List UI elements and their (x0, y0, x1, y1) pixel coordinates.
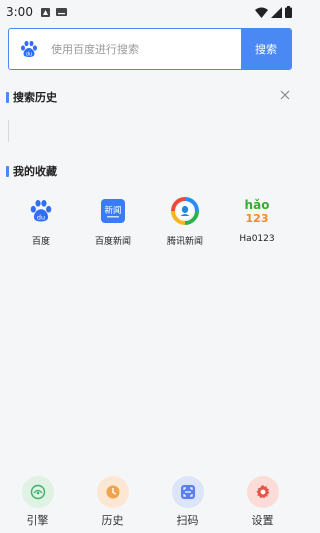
hao123-icon-text-top: hǎo (245, 198, 270, 212)
tencent-news-icon (170, 196, 200, 226)
history-empty-divider (8, 120, 9, 142)
favorites-title: 我的收藏 (13, 165, 57, 178)
clock-icon (96, 476, 129, 508)
scan-icon (171, 476, 204, 508)
favorite-label: 百度 (31, 237, 50, 247)
section-accent-bar (6, 91, 9, 103)
search-bar: du 搜索 (8, 28, 292, 70)
favorites-heading: 我的收藏 (6, 163, 57, 179)
app-notification-icon (40, 7, 50, 17)
status-time: 3:00 (6, 5, 33, 19)
hao123-icon-text-bottom: 123 (246, 212, 269, 225)
baidu-paw-icon[interactable]: du (9, 29, 49, 69)
status-system-icons (255, 6, 292, 18)
status-notification-icons (40, 7, 67, 17)
battery-icon (285, 6, 292, 18)
favorite-hao123[interactable]: hǎo 123 Ha0123 (221, 196, 293, 247)
close-icon[interactable] (278, 88, 292, 102)
nav-engine[interactable]: 引擎 (0, 476, 75, 533)
search-history-title: 搜索历史 (13, 91, 57, 104)
nav-scan[interactable]: 扫码 (150, 476, 225, 533)
favorite-label: Ha0123 (239, 234, 275, 244)
nav-history[interactable]: 历史 (75, 476, 150, 533)
bottom-nav: 引擎 历史 扫码 设置 (0, 476, 300, 533)
signal-icon (271, 6, 282, 18)
favorite-label: 腾讯新闻 (166, 237, 203, 247)
favorite-tencent-news[interactable]: 腾讯新闻 (149, 196, 221, 247)
wifi-icon (255, 7, 268, 18)
favorite-label: 百度新闻 (94, 237, 131, 247)
gear-icon (246, 476, 279, 508)
section-accent-bar (6, 165, 9, 177)
nav-label: 扫码 (176, 514, 199, 527)
nav-label: 设置 (251, 514, 274, 527)
search-history-heading: 搜索历史 (6, 89, 57, 105)
nav-settings[interactable]: 设置 (225, 476, 300, 533)
hao123-icon: hǎo 123 (242, 196, 272, 226)
baidu-news-icon: 新闻 (98, 196, 128, 226)
search-button[interactable]: 搜索 (241, 29, 291, 69)
nav-label: 引擎 (26, 514, 49, 527)
keyboard-icon (55, 8, 67, 16)
search-input[interactable] (49, 29, 241, 69)
engine-icon (21, 476, 54, 508)
favorite-baidu-news[interactable]: 新闻 百度新闻 (77, 196, 149, 247)
svg-text:du: du (37, 213, 45, 221)
nav-label: 历史 (101, 514, 124, 527)
baidu-icon: du (26, 196, 56, 226)
favorite-baidu[interactable]: du 百度 (5, 196, 77, 247)
status-bar: 3:00 (0, 0, 300, 24)
svg-text:du: du (26, 51, 32, 57)
favorites-grid: du 百度 新闻 百度新闻 腾讯新闻 hǎo 123 Ha0123 (0, 196, 300, 247)
baidu-news-icon-text: 新闻 (104, 205, 121, 216)
